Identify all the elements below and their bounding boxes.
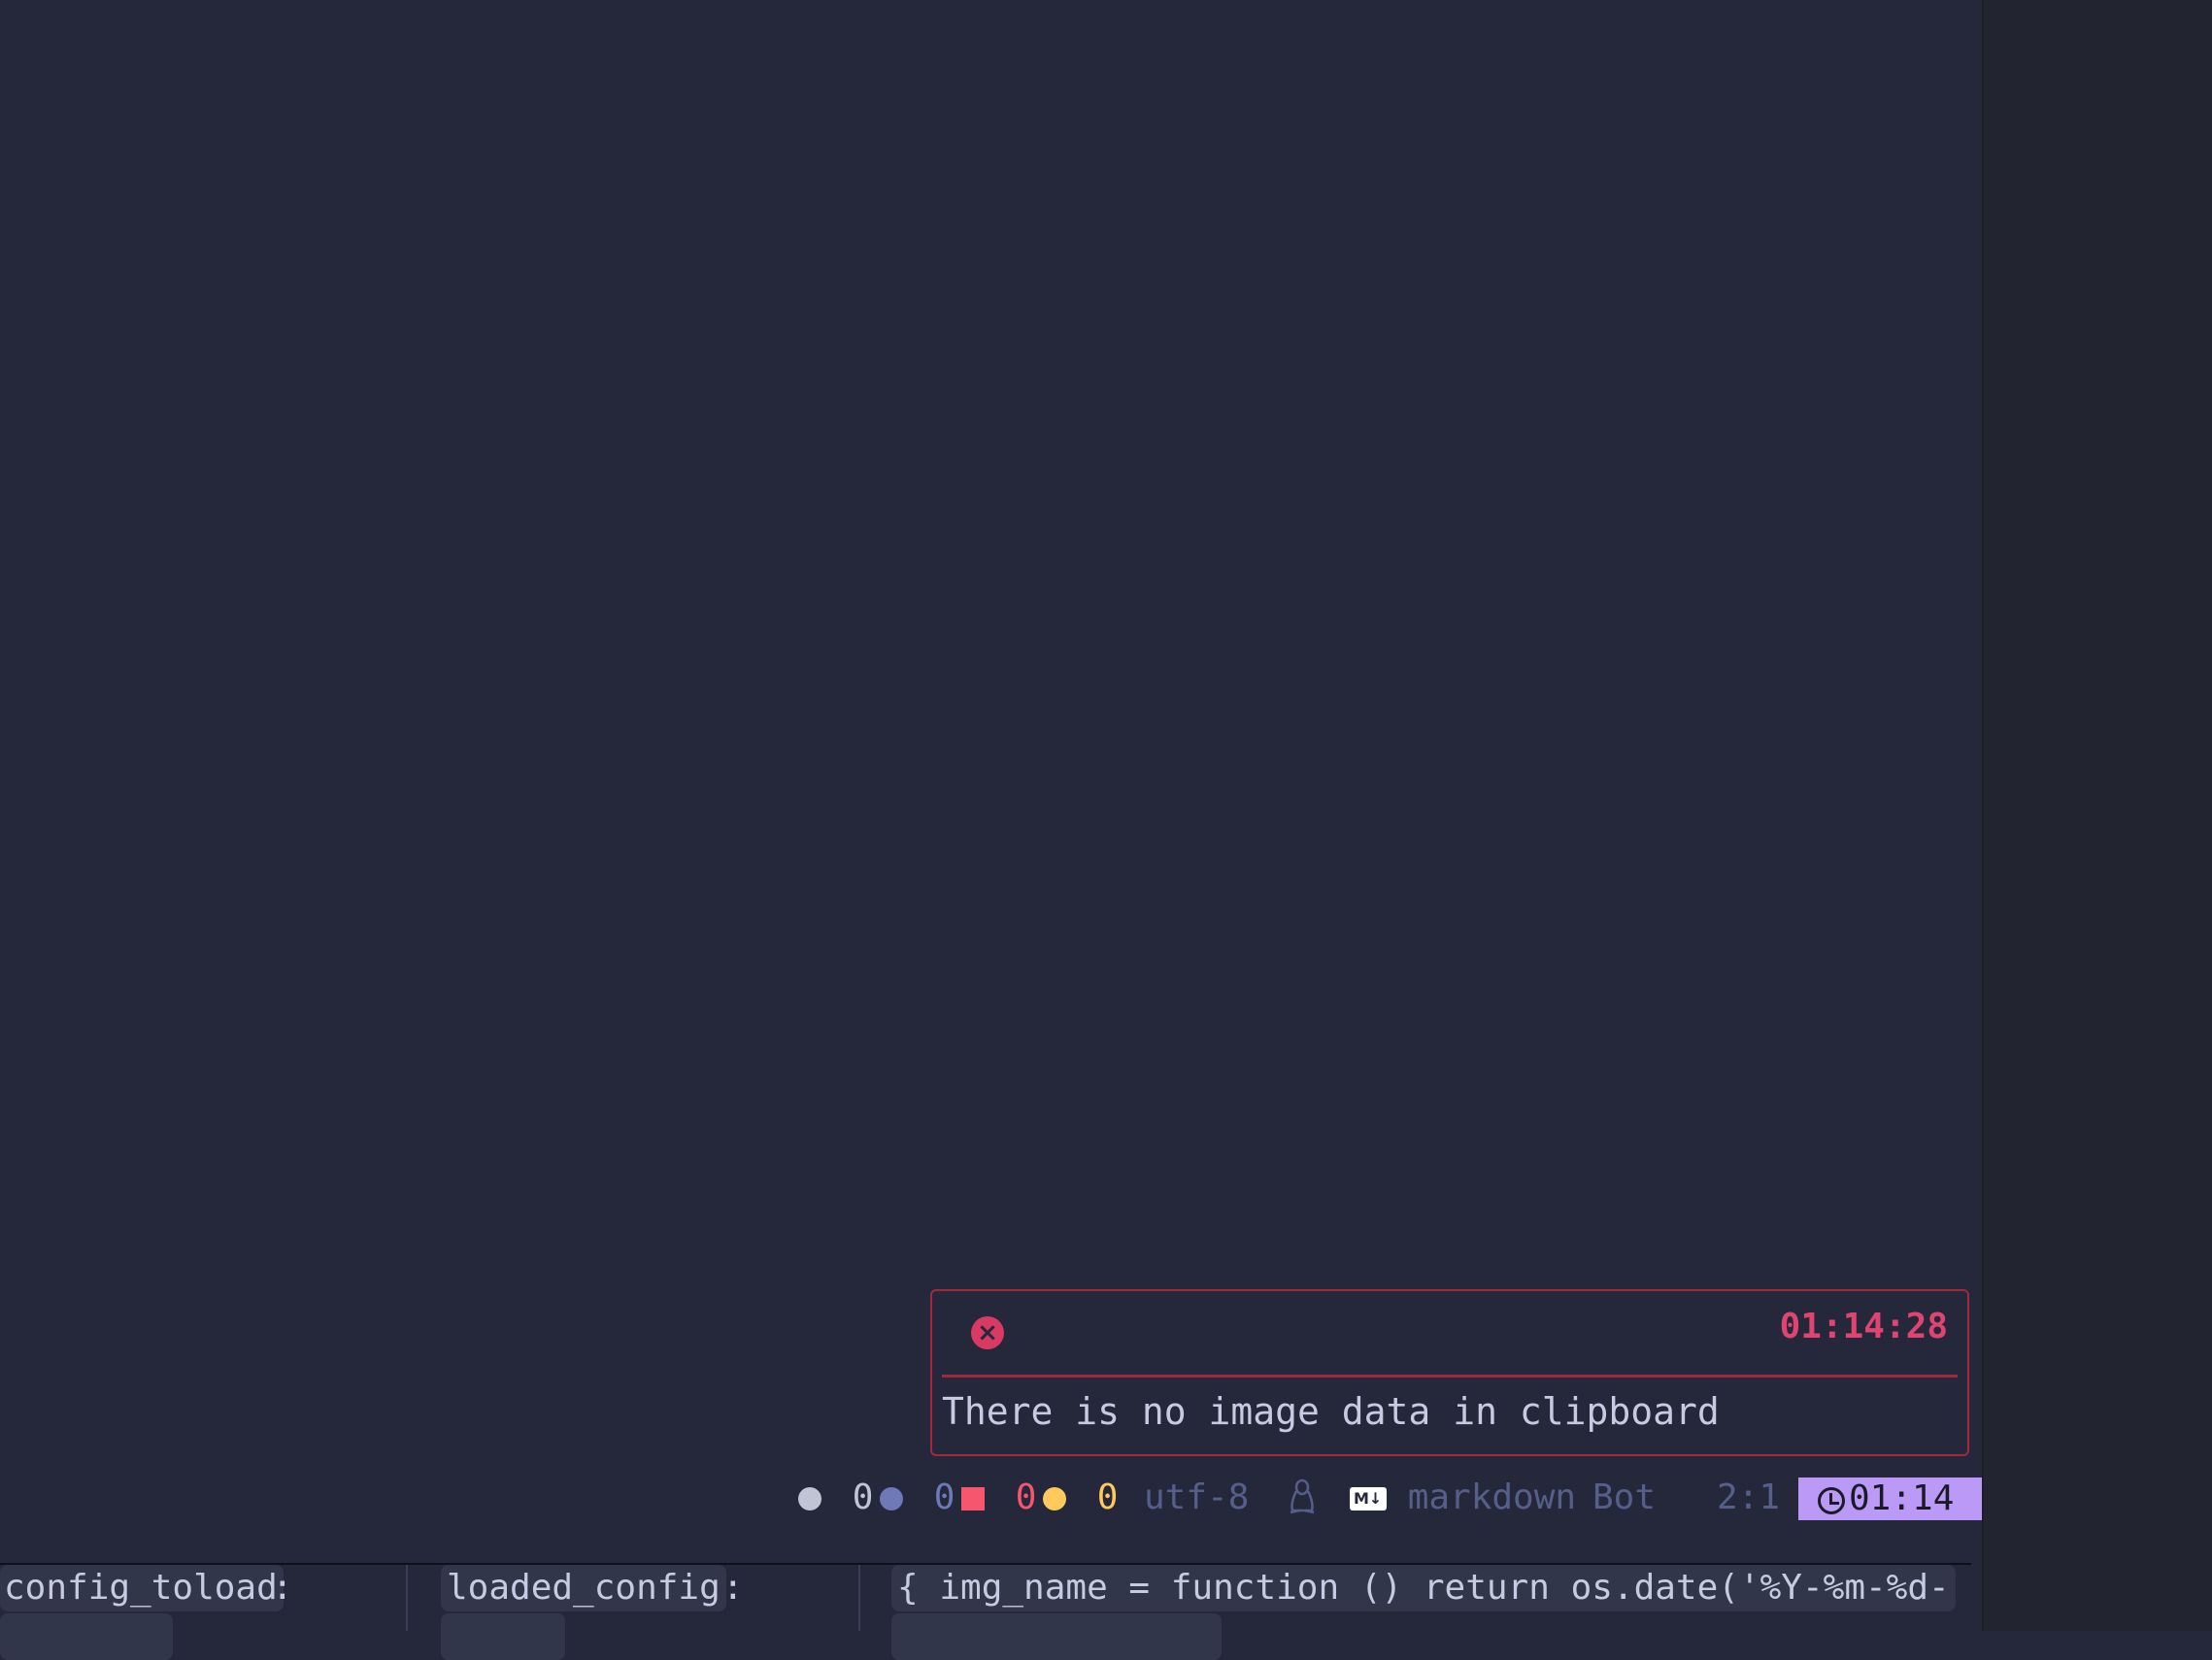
clock-segment: 01:14: [1798, 1477, 1982, 1520]
diag-hint-count: 0: [933, 1477, 955, 1517]
cursor-position: 2:1: [1717, 1477, 1781, 1517]
diag-warn-count: 0: [1096, 1477, 1119, 1517]
col3-value-pill: [891, 1613, 1222, 1660]
error-icon: ×: [971, 1316, 1004, 1349]
col1-separator: :: [272, 1568, 293, 1608]
markdown-icon: M↓: [1350, 1487, 1387, 1511]
diag-error: 0: [961, 1474, 1036, 1522]
info-dot-icon: [798, 1487, 821, 1511]
file-encoding: utf-8: [1144, 1477, 1250, 1517]
warn-dot-icon: [1043, 1487, 1066, 1511]
linux-penguin-icon: [1288, 1474, 1317, 1522]
hint-dot-icon: [880, 1487, 903, 1511]
diag-info: 0: [798, 1474, 873, 1522]
notification-message: There is no image data in clipboard: [942, 1390, 1720, 1433]
inspector-bar: config_toload : loaded_config : { img_na…: [0, 1565, 1982, 1660]
col2-value-pill: [441, 1613, 565, 1660]
filetype-label: markdown: [1407, 1477, 1577, 1517]
diag-warn: 0: [1043, 1474, 1118, 1522]
col1-value-pill: [0, 1613, 173, 1660]
notification-time: 01:14:28: [1779, 1307, 1948, 1346]
notification-header: × 01:14:28: [942, 1291, 1958, 1378]
clock-icon: [1818, 1487, 1845, 1514]
scroll-position: Bot: [1592, 1477, 1657, 1517]
col2-key[interactable]: loaded_config: [441, 1565, 726, 1611]
statusline: 0 0 0 0 utf-8 M↓ markdown Bot 2:1 01:14: [0, 1474, 1982, 1522]
error-notification: × 01:14:28 There is no image data in cli…: [930, 1289, 1969, 1456]
col2-separator: :: [722, 1568, 744, 1608]
filetype: M↓ markdown: [1350, 1474, 1576, 1522]
diag-info-count: 0: [852, 1477, 874, 1517]
col1-key[interactable]: config_toload: [0, 1565, 284, 1611]
clock-time: 01:14: [1849, 1478, 1955, 1518]
diag-error-count: 0: [1015, 1477, 1037, 1517]
column-separator: [406, 1565, 408, 1631]
error-square-icon: [961, 1487, 985, 1511]
diag-hint: 0: [880, 1474, 955, 1522]
column-separator: [858, 1565, 860, 1631]
col3-value[interactable]: { img_name = function () return os.date(…: [891, 1565, 1956, 1611]
side-panel: [1982, 0, 2212, 1631]
